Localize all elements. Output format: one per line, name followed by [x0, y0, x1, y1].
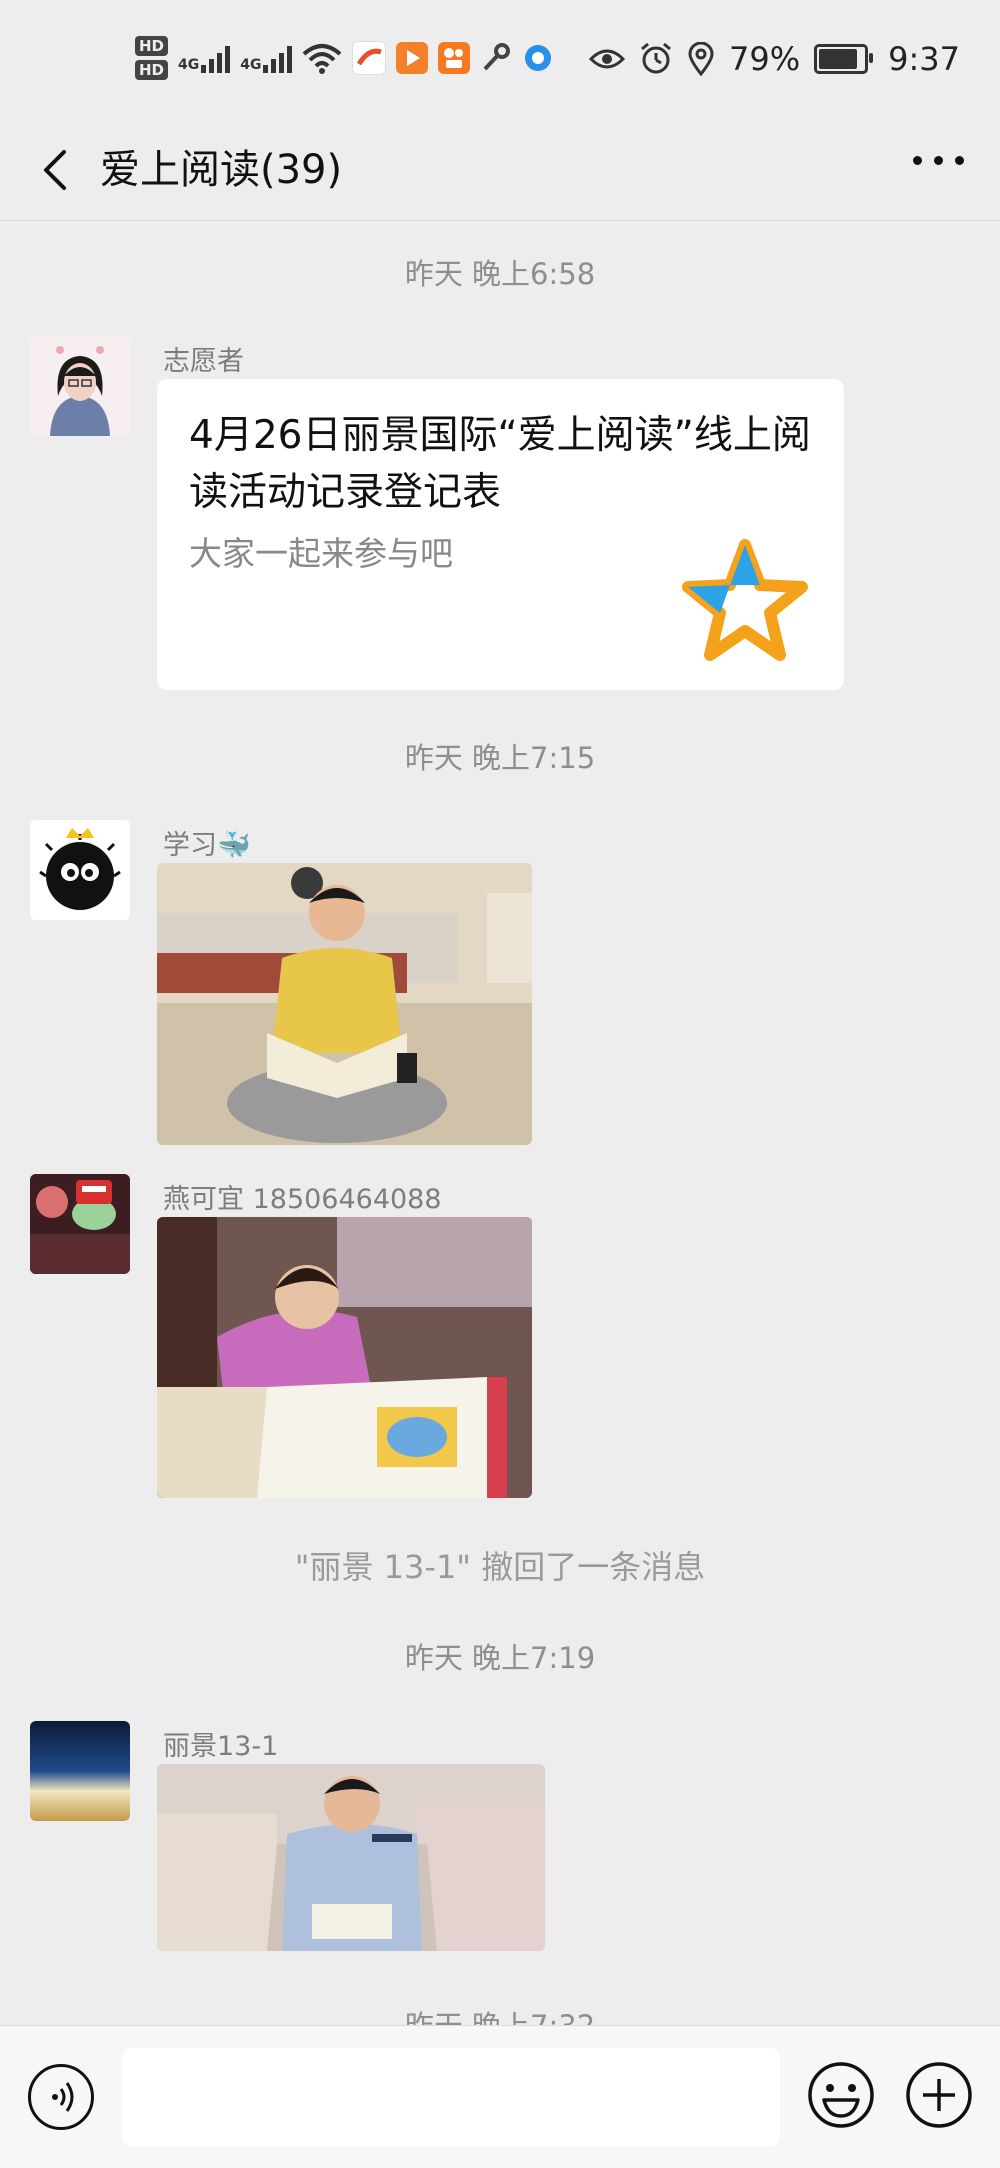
- chat-area[interactable]: 昨天 晚上6:58 志愿者 4月26日丽景国际“爱上阅读”线上阅读活动记录登记表…: [0, 221, 1000, 2025]
- battery-percent: 79%: [729, 40, 801, 78]
- hd1-badge: HD: [135, 36, 169, 56]
- net2-label: 4G: [240, 57, 262, 73]
- shared-link-card[interactable]: 4月26日丽景国际“爱上阅读”线上阅读活动记录登记表 大家一起来参与吧: [157, 379, 844, 690]
- hd-badges: HD HD: [135, 36, 169, 80]
- card-description: 大家一起来参与吧: [189, 534, 453, 573]
- avatar[interactable]: [30, 1721, 130, 1821]
- timestamp: 昨天 晚上7:15: [404, 741, 596, 775]
- key-icon: [484, 43, 511, 71]
- star-icon: [682, 539, 808, 661]
- battery-icon: [814, 44, 874, 74]
- plus-icon[interactable]: [904, 2060, 974, 2130]
- signal-bars-icon: [263, 43, 293, 73]
- signal-1: 4G: [178, 43, 231, 73]
- reading-child-photo: [157, 863, 532, 1145]
- input-bar: [0, 2025, 1000, 2168]
- app-notification-icon: [352, 41, 387, 75]
- hd2-badge: HD: [135, 60, 169, 80]
- eye-icon: [589, 49, 626, 69]
- location-icon: [688, 42, 714, 76]
- avatar[interactable]: [30, 820, 130, 920]
- video-app-icon: [396, 42, 429, 74]
- voice-icon: [52, 2082, 74, 2112]
- message-input[interactable]: [122, 2048, 780, 2146]
- signal-2: 4G: [240, 43, 293, 73]
- sender-name: 志愿者: [163, 346, 244, 377]
- timestamp: 昨天 晚上7:32: [0, 2003, 1000, 2025]
- title-bar: 爱上阅读(39): [0, 120, 1000, 221]
- sender-name: 学习🐳: [163, 830, 251, 861]
- emoji-icon[interactable]: [806, 2060, 876, 2130]
- sender-name: 丽景13-1: [163, 1731, 279, 1762]
- browser-app-icon: [525, 45, 552, 71]
- clock-time: 9:37: [888, 40, 960, 78]
- signal-bars-icon: [201, 43, 231, 73]
- status-bar: HD HD 4G 4G 79% 9:37: [0, 0, 1000, 120]
- chat-title: 爱上阅读(39): [100, 147, 343, 193]
- avatar[interactable]: [30, 336, 130, 436]
- photo-message[interactable]: [157, 863, 532, 1145]
- status-right: 79% 9:37: [589, 40, 960, 78]
- wifi-icon: [303, 44, 342, 74]
- back-arrow-icon[interactable]: [30, 142, 86, 198]
- photo-message[interactable]: [157, 1217, 532, 1498]
- more-dots-icon[interactable]: [913, 156, 964, 165]
- voice-button[interactable]: [28, 2064, 94, 2130]
- timestamp: 昨天 晚上6:58: [404, 257, 596, 291]
- recall-notice: "丽景 13-1" 撤回了一条消息: [294, 1548, 706, 1586]
- sender-name: 燕可宜 18506464088: [163, 1184, 442, 1215]
- net1-label: 4G: [178, 57, 200, 73]
- kuaishou-app-icon: [438, 42, 471, 74]
- status-left: HD HD 4G 4G: [135, 28, 554, 88]
- alarm-icon: [641, 42, 671, 74]
- card-title: 4月26日丽景国际“爱上阅读”线上阅读活动记录登记表: [189, 413, 811, 515]
- avatar[interactable]: [30, 1174, 130, 1274]
- photo-message[interactable]: [157, 1764, 545, 1951]
- reading-boy-photo: [157, 1764, 545, 1951]
- timestamp: 昨天 晚上7:19: [404, 1641, 596, 1675]
- reading-girl-photo: [157, 1217, 532, 1498]
